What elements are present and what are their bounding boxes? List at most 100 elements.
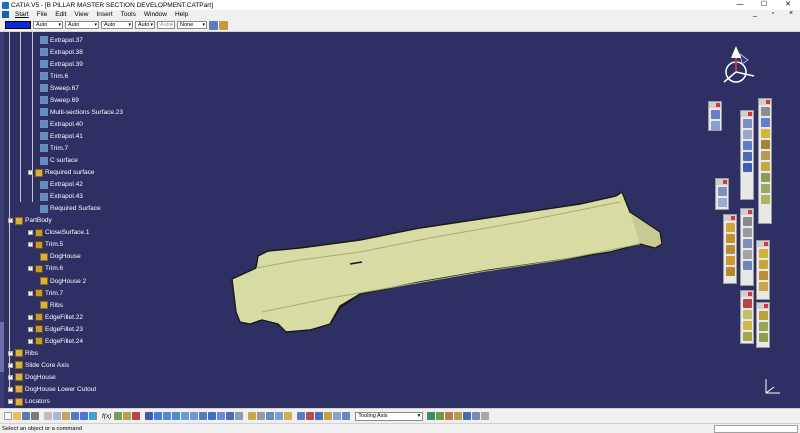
law-icon[interactable] xyxy=(114,412,123,420)
tree-node[interactable]: - Trim.7 xyxy=(28,288,63,298)
tree-node[interactable]: - Required surface xyxy=(28,168,95,178)
cooling-icon[interactable] xyxy=(472,412,481,420)
groove-icon[interactable] xyxy=(760,162,770,171)
catalog-icon[interactable] xyxy=(132,412,141,420)
help-icon[interactable] xyxy=(89,412,97,420)
tree-node[interactable]: - DogHouse Lower Cutout xyxy=(8,384,96,394)
mirror-icon[interactable] xyxy=(758,249,768,258)
parameter-icon[interactable] xyxy=(742,332,752,341)
save-icon[interactable] xyxy=(22,412,30,420)
tree-node[interactable]: Sweep.67 xyxy=(40,83,79,93)
expand-toggle-icon[interactable]: - xyxy=(28,170,33,176)
lifter-icon[interactable] xyxy=(454,412,463,420)
mold-tooling-icon[interactable] xyxy=(324,412,333,420)
hide-show-icon[interactable] xyxy=(226,412,235,420)
tree-node[interactable]: - EdgeFillet.24 xyxy=(28,336,83,346)
boolean-icon[interactable] xyxy=(717,187,727,196)
symbol-select[interactable]: Auto xyxy=(135,21,155,29)
doc-close-button[interactable]: × xyxy=(782,10,800,17)
tree-node[interactable]: Multi-sections Surface.23 xyxy=(40,107,123,117)
tree-node[interactable]: Extrapol.37 xyxy=(40,35,83,45)
pan-icon[interactable] xyxy=(163,412,172,420)
rotate-icon[interactable] xyxy=(172,412,181,420)
measure-icon[interactable] xyxy=(760,107,770,116)
expand-toggle-icon[interactable]: - xyxy=(28,326,33,332)
tree-node[interactable]: Extrapol.43 xyxy=(40,192,83,202)
tree-node[interactable]: DogHouse 2 xyxy=(40,276,86,286)
plane-icon[interactable] xyxy=(742,141,752,150)
menu-start[interactable]: Start xyxy=(11,11,33,18)
chamfer-icon[interactable] xyxy=(725,234,735,243)
copy-icon[interactable] xyxy=(53,412,61,420)
tree-node[interactable]: Extrapol.40 xyxy=(40,119,83,129)
expand-toggle-icon[interactable]: - xyxy=(8,350,13,356)
geometrical-set-icon[interactable] xyxy=(315,412,324,420)
tree-scrollbar[interactable] xyxy=(0,32,4,408)
sew-surface-icon[interactable] xyxy=(742,250,752,259)
maximize-button[interactable]: ☐ xyxy=(752,0,776,10)
tree-node[interactable]: C surface xyxy=(40,156,78,166)
color-swatch[interactable] xyxy=(5,21,31,29)
sketch-icon[interactable] xyxy=(710,110,720,119)
core-icon[interactable] xyxy=(427,412,436,420)
doc-minimize-button[interactable]: _ xyxy=(746,10,764,17)
formula-icon[interactable] xyxy=(758,333,768,342)
new-icon[interactable] xyxy=(4,412,12,420)
circular-pattern-icon[interactable] xyxy=(758,271,768,280)
quick-view-icon[interactable] xyxy=(208,412,217,420)
sketch-plane-icon[interactable] xyxy=(257,412,266,420)
gate-icon[interactable] xyxy=(481,412,490,420)
shell-icon[interactable] xyxy=(725,256,735,265)
tree-node[interactable]: - Ribs xyxy=(8,348,38,358)
shaft-icon[interactable] xyxy=(760,151,770,160)
menu-help[interactable]: Help xyxy=(171,11,192,18)
scrollbar-thumb[interactable] xyxy=(0,322,4,372)
rectangular-pattern-icon[interactable] xyxy=(758,260,768,269)
tree-node[interactable]: - DogHouse xyxy=(8,372,56,382)
tree-node[interactable]: - Trim.6 xyxy=(28,264,63,274)
annotation-icon[interactable] xyxy=(742,321,752,330)
cut-icon[interactable] xyxy=(44,412,52,420)
tree-node[interactable]: - EdgeFillet.23 xyxy=(28,324,83,334)
redo-icon[interactable] xyxy=(80,412,88,420)
zoom-in-icon[interactable] xyxy=(181,412,190,420)
formula-button[interactable]: f(x) xyxy=(102,413,111,420)
measure-inertia-icon[interactable] xyxy=(284,412,293,420)
expand-toggle-icon[interactable]: - xyxy=(8,399,13,404)
parting-icon[interactable] xyxy=(342,412,351,420)
tree-node[interactable]: Extrapol.38 xyxy=(40,47,83,57)
measure-item-icon[interactable] xyxy=(275,412,284,420)
fit-all-icon[interactable] xyxy=(154,412,163,420)
scaling-icon[interactable] xyxy=(758,282,768,291)
close-surface-icon[interactable] xyxy=(742,239,752,248)
normal-view-icon[interactable] xyxy=(199,412,208,420)
translate-icon[interactable] xyxy=(742,261,752,270)
pull-direction-icon[interactable] xyxy=(333,412,342,420)
measure-between-icon[interactable] xyxy=(266,412,275,420)
tree-node[interactable]: Extrapol.41 xyxy=(40,131,83,141)
tree-node[interactable]: Extrapol.39 xyxy=(40,59,83,69)
swap-space-icon[interactable] xyxy=(235,412,244,420)
axis-icon[interactable] xyxy=(306,412,315,420)
3d-viewport[interactable]: Extrapol.37 Extrapol.38 Extrapol.39 Trim.6 S… xyxy=(0,32,800,408)
expand-toggle-icon[interactable]: - xyxy=(28,242,33,248)
shading-icon[interactable] xyxy=(217,412,226,420)
tree-node[interactable]: Trim.7 xyxy=(40,143,68,153)
expand-toggle-icon[interactable]: - xyxy=(28,290,33,296)
knowledge-icon[interactable] xyxy=(758,322,768,331)
fly-mode-icon[interactable] xyxy=(145,412,154,420)
expand-toggle-icon[interactable]: - xyxy=(28,230,33,236)
compass-icon[interactable] xyxy=(714,42,762,86)
tree-node[interactable]: Ribs xyxy=(40,300,63,310)
sketcher-icon[interactable] xyxy=(710,121,720,130)
menu-window[interactable]: Window xyxy=(140,11,171,18)
slider-icon[interactable] xyxy=(445,412,454,420)
menu-file[interactable]: File xyxy=(33,11,51,18)
split-icon[interactable] xyxy=(742,217,752,226)
grid-icon[interactable] xyxy=(742,152,752,161)
minimize-button[interactable]: — xyxy=(728,0,752,10)
assemble-icon[interactable] xyxy=(717,198,727,207)
design-table-icon[interactable] xyxy=(123,412,132,420)
tree-node[interactable]: Required Surface xyxy=(40,204,101,214)
expand-toggle-icon[interactable]: - xyxy=(28,314,33,320)
